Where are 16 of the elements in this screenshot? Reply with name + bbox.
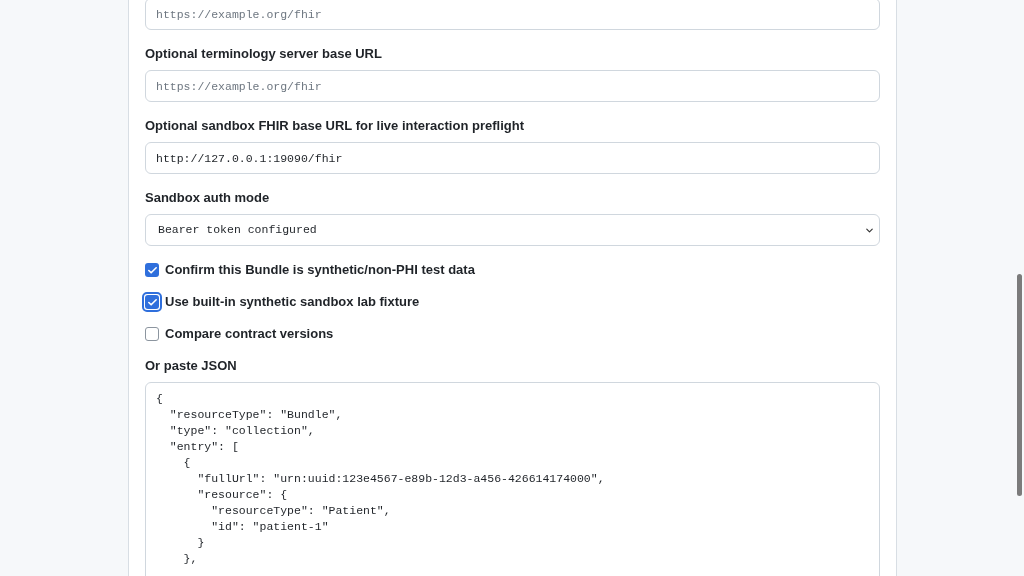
checkbox[interactable] (145, 263, 159, 277)
field-label: Or paste JSON (145, 358, 238, 374)
text-input[interactable]: http://127.0.0.1:19090/fhir (145, 142, 880, 174)
text-input[interactable]: https://example.org/fhir (145, 70, 880, 102)
field-label: Optional terminology server base URL (145, 46, 383, 62)
checkbox-label: Use built-in synthetic sandbox lab fixture (165, 293, 420, 312)
text-input[interactable]: https://example.org/fhir (145, 0, 880, 30)
field-label: Optional sandbox FHIR base URL for live interaction preflight (145, 118, 525, 134)
field-label: Sandbox auth mode (145, 190, 271, 206)
checkbox[interactable] (145, 327, 159, 341)
checkbox-label: Compare contract versions (165, 325, 334, 344)
select-value: Bearer token configured (158, 222, 317, 239)
scrollbar-thumb[interactable] (1017, 274, 1022, 496)
json-textarea[interactable]: { "resourceType": "Bundle", "type": "collection", "entry": [ { "fullUrl": "urn:uuid:123e4567-e89b-12d3-a456-426614174000", "resource": { "resourceType": "Patient", "id": "patient-1" } }, (145, 382, 880, 576)
auth-mode-select[interactable]: Bearer token configured (145, 214, 880, 246)
checkbox-label: Confirm this Bundle is synthetic/non-PHI test data (165, 261, 475, 280)
